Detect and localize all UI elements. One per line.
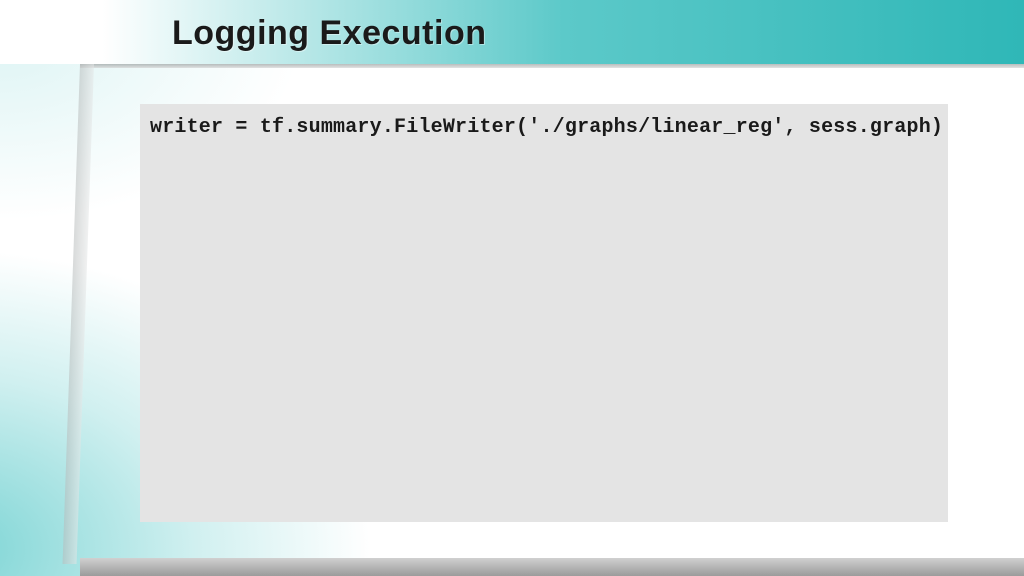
bottom-bar [80,558,1024,576]
header-bar [0,0,1024,64]
code-panel: writer = tf.summary.FileWriter('./graphs… [140,104,948,522]
slide: Logging Execution writer = tf.summary.Fi… [0,0,1024,576]
page-title: Logging Execution [172,14,486,53]
code-line: writer = tf.summary.FileWriter('./graphs… [150,116,938,139]
